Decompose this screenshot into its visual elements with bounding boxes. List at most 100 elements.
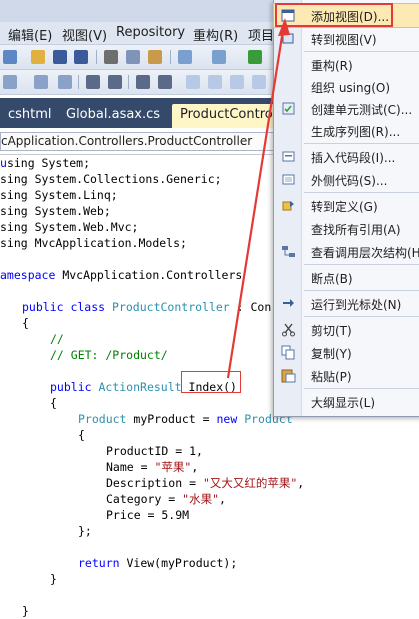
menu-edit[interactable]: 编辑(E) [8,25,52,44]
comment-icon[interactable] [136,75,150,89]
code-line: sing System.Web.Mvc; [0,219,138,235]
menu-item-label: 断点(B) [311,272,353,286]
code-line: // [50,331,64,347]
menu-item-breakpoint[interactable]: 断点(B) [274,266,419,289]
menu-item-label: 转到定义(G) [311,200,378,214]
menu-separator [304,264,419,265]
start-debug-icon[interactable] [248,50,262,64]
namespace-name: MvcApplication.Controllers [55,268,243,282]
toolbar-separator [128,75,129,89]
code-line: sing System.Web; [0,203,111,219]
menu-item-organize-usings[interactable]: 组织 using(O) [274,75,419,98]
new-project-icon[interactable] [3,50,17,64]
code-line: Product myProduct = new Product [78,411,293,427]
code-text: Description = [106,476,203,490]
menu-item-label: 插入代码段(I)... [311,151,396,165]
menu-item-label: 运行到光标处(N) [311,298,402,312]
tab-cshtml[interactable]: cshtml [0,104,60,128]
context-menu: 添加视图(D)... 转到视图(V) 重构(R) 组织 using(O) 创建单… [273,0,419,417]
code-line: { [50,395,57,411]
menu-project[interactable]: 项目 [248,25,274,44]
call-hierarchy-icon [281,244,296,259]
next-bookmark-icon[interactable] [230,75,244,89]
menu-item-label: 重构(R) [311,59,353,73]
cut-icon[interactable] [104,50,118,64]
quick-info-icon[interactable] [34,75,48,89]
code-text: sing System.Web.Mvc; [0,220,139,234]
paste-icon[interactable] [148,50,162,64]
menu-item-find-all-references[interactable]: 查找所有引用(A) [274,217,419,240]
code-line: Category = "水果", [106,491,226,507]
string-literal: "又大又红的苹果" [202,476,298,490]
menu-repository[interactable]: Repository [116,25,185,40]
menu-item-goto-definition[interactable]: 转到定义(G) [274,194,419,217]
menu-item-run-to-cursor[interactable]: 运行到光标处(N) [274,292,419,315]
save-all-icon[interactable] [74,50,88,64]
redo-icon[interactable] [212,50,226,64]
member-list-icon[interactable] [3,75,17,89]
menu-item-cut[interactable]: 剪切(T) [274,318,419,341]
bookmark-icon[interactable] [186,75,200,89]
menu-item-outlining[interactable]: 大纲显示(L) [274,390,419,413]
code-line: } [50,571,57,587]
paste-icon [281,368,296,383]
copy-icon [281,345,296,360]
indent-icon[interactable] [108,75,122,89]
menu-refactor[interactable]: 重构(R) [193,25,238,44]
type-name: Product [78,412,127,426]
menu-item-sequence-diagram[interactable]: 生成序列图(R)... [274,119,419,142]
unit-test-icon [281,101,296,116]
menu-separator [304,143,419,144]
menu-item-goto-view[interactable]: 转到视图(V) [274,27,419,50]
menu-item-label: 大纲显示(L) [311,396,376,410]
code-text: sing System.Linq; [0,188,118,202]
cut-icon [281,322,296,337]
code-text: sing System.Collections.Generic; [0,172,222,186]
code-text: , [191,460,199,474]
undo-icon[interactable] [178,50,192,64]
tab-global-asax[interactable]: Global.asax.cs [58,104,168,128]
save-icon[interactable] [53,50,67,64]
menu-item-label: 组织 using(O) [311,81,391,95]
code-line: public class ProductController : Con [22,299,271,315]
code-line: Price = 5.9M [106,507,189,523]
return-keyword: return [78,556,120,570]
menu-item-surround-with[interactable]: 外侧代码(S)... [274,168,419,191]
menu-separator [304,290,419,291]
menu-view[interactable]: 视图(V) [62,25,107,44]
copy-icon[interactable] [126,50,140,64]
string-literal: "苹果" [154,460,192,474]
menu-item-paste[interactable]: 粘贴(P) [274,364,419,387]
menu-item-label: 生成序列图(R)... [311,125,401,139]
code-text: sing System; [6,156,91,170]
open-file-icon[interactable] [31,50,45,64]
code-text: } [22,604,29,618]
code-line: Description = "又大又红的苹果", [106,475,304,491]
menu-item-label: 查看调用层次结构(H [311,246,419,260]
clear-bookmarks-icon[interactable] [252,75,266,89]
menu-item-label: 复制(Y) [311,347,352,361]
menu-item-call-hierarchy[interactable]: 查看调用层次结构(H [274,240,419,263]
comment: // [50,332,64,346]
code-line: sing System.Linq; [0,187,118,203]
code-line: { [78,427,85,443]
code-text: }; [78,524,92,538]
code-text: Price = 5.9M [106,508,190,522]
code-line: using System; [0,155,90,171]
menu-item-insert-snippet[interactable]: 插入代码段(I)... [274,145,419,168]
menu-item-refactor[interactable]: 重构(R) [274,53,419,76]
code-line: amespace MvcApplication.Controllers [0,267,242,283]
code-text: , [219,492,226,506]
type-dropdown[interactable]: cApplication.Controllers.ProductControll… [0,132,277,151]
menu-item-create-unit-test[interactable]: 创建单元测试(C)... [274,97,419,120]
code-line: { [22,315,29,331]
param-info-icon[interactable] [58,75,72,89]
uncomment-icon[interactable] [158,75,172,89]
code-text: sing MvcApplication.Models; [0,236,187,250]
menu-item-copy[interactable]: 复制(Y) [274,341,419,364]
comment: // GET: /Product/ [50,348,168,362]
outdent-icon[interactable] [86,75,100,89]
prev-bookmark-icon[interactable] [208,75,222,89]
method-keyword: public [50,380,92,394]
annotation-box-add-view [275,3,393,27]
